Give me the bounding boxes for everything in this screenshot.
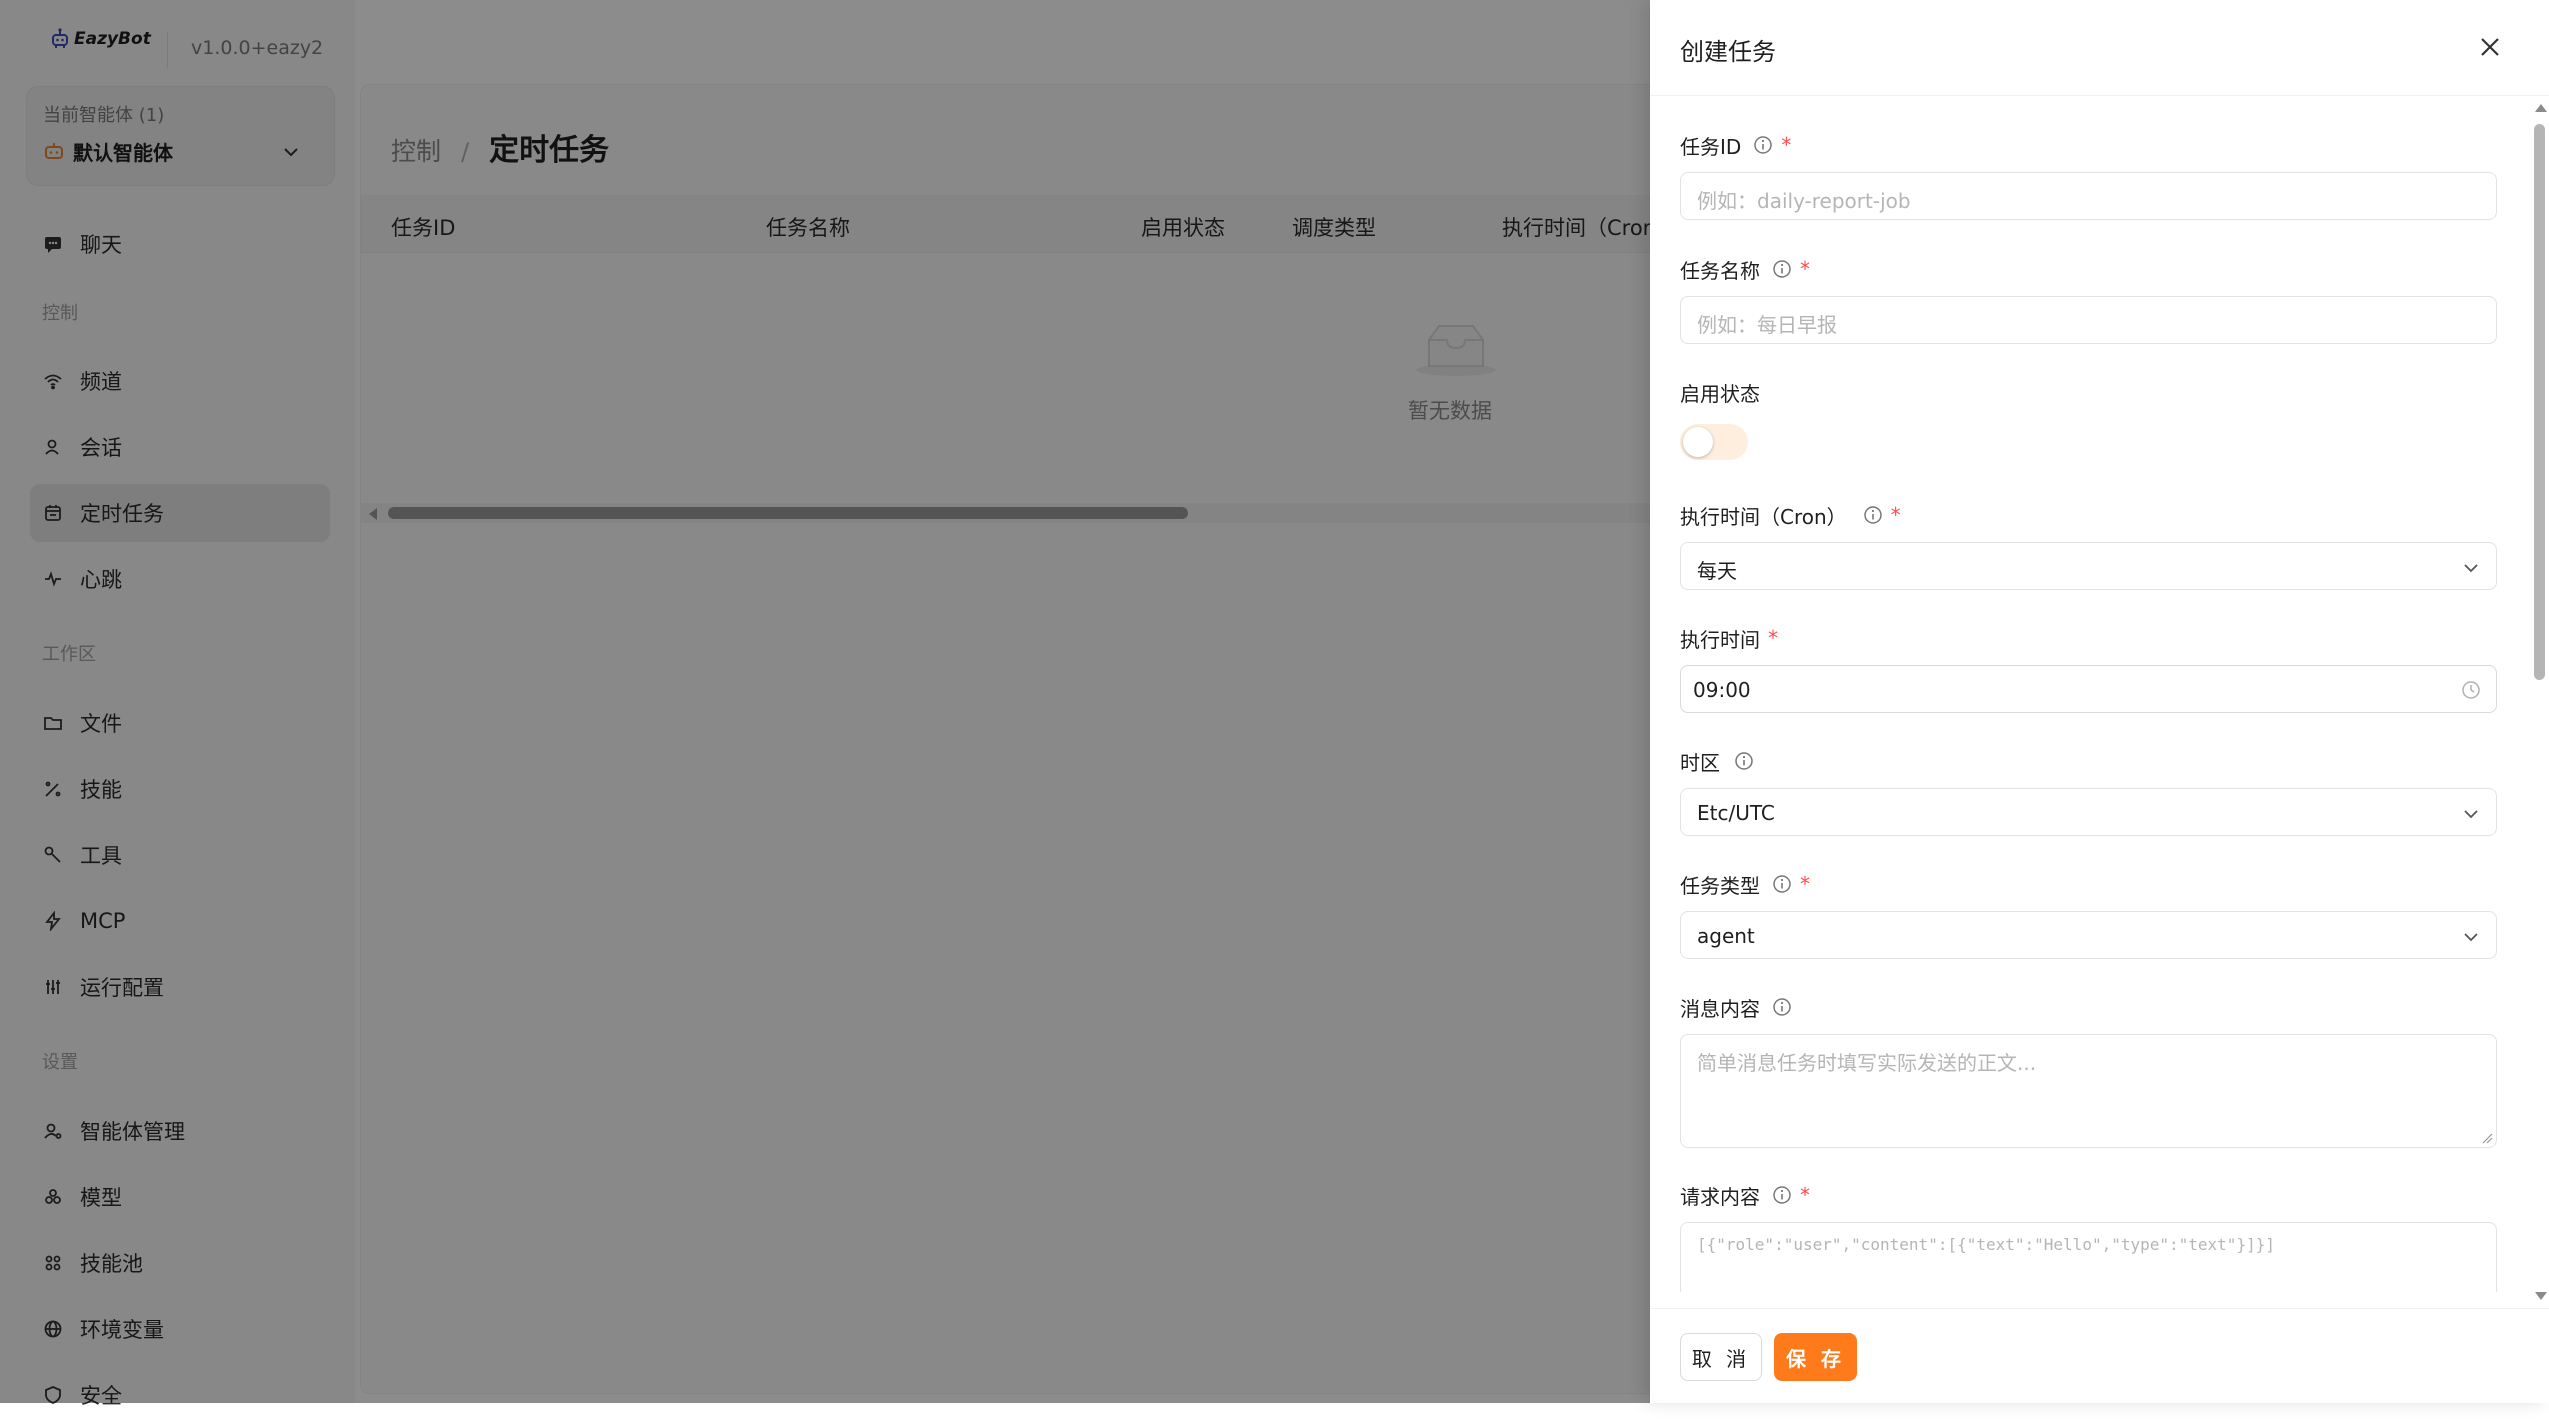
field-label: 执行时间 bbox=[1680, 627, 1760, 652]
timezone-select[interactable]: Etc/UTC bbox=[1680, 788, 2497, 836]
info-icon[interactable] bbox=[1753, 135, 1773, 155]
field-label: 执行时间（Cron） bbox=[1680, 504, 1847, 529]
task-id-input[interactable]: 例如：daily-report-job bbox=[1680, 172, 2497, 220]
request-textarea[interactable]: [{"role":"user","content":[{"text":"Hell… bbox=[1680, 1222, 2497, 1292]
drawer-header: 创建任务 bbox=[1650, 0, 2549, 96]
info-icon[interactable] bbox=[1772, 874, 1792, 894]
info-icon[interactable] bbox=[1772, 1185, 1792, 1205]
exec-time-picker[interactable]: 09:00 bbox=[1680, 665, 2497, 713]
field-task-type: 任务类型 * agent bbox=[1680, 869, 2497, 959]
field-exec-time: 执行时间 * 09:00 bbox=[1680, 623, 2497, 713]
textarea-placeholder: 简单消息任务时填写实际发送的正文... bbox=[1697, 1051, 2037, 1075]
field-timezone: 时区 Etc/UTC bbox=[1680, 746, 2497, 836]
required-mark: * bbox=[1890, 503, 1901, 527]
select-value: Etc/UTC bbox=[1697, 801, 1775, 825]
chevron-down-icon bbox=[2464, 933, 2478, 942]
drawer-footer: 取 消 保 存 bbox=[1650, 1308, 2549, 1403]
save-button[interactable]: 保 存 bbox=[1774, 1333, 1857, 1381]
scroll-down-arrow-icon[interactable] bbox=[2535, 1292, 2547, 1300]
info-icon[interactable] bbox=[1734, 751, 1754, 771]
field-label: 任务名称 bbox=[1680, 258, 1760, 283]
required-mark: * bbox=[1768, 626, 1778, 650]
chevron-down-icon bbox=[2464, 810, 2478, 819]
required-mark: * bbox=[1800, 872, 1810, 896]
chevron-down-icon bbox=[2464, 564, 2478, 573]
field-label: 启用状态 bbox=[1680, 381, 1760, 406]
input-placeholder: 例如：每日早报 bbox=[1697, 313, 1837, 337]
scroll-up-arrow-icon[interactable] bbox=[2535, 104, 2547, 112]
field-task-name: 任务名称 * 例如：每日早报 bbox=[1680, 254, 2497, 344]
cancel-button[interactable]: 取 消 bbox=[1680, 1333, 1762, 1381]
drawer-title: 创建任务 bbox=[1680, 38, 1776, 66]
vertical-scrollbar[interactable] bbox=[2531, 100, 2549, 1300]
cron-select[interactable]: 每天 bbox=[1680, 542, 2497, 590]
field-label: 请求内容 bbox=[1680, 1184, 1760, 1209]
required-mark: * bbox=[1800, 257, 1810, 281]
required-mark: * bbox=[1781, 133, 1792, 157]
field-task-id: 任务ID * 例如：daily-report-job bbox=[1680, 130, 2497, 220]
info-icon[interactable] bbox=[1863, 505, 1883, 525]
drawer-form: 任务ID * 例如：daily-report-job 任务名称 * 例如：每日早… bbox=[1650, 96, 2530, 1292]
resize-handle-icon[interactable] bbox=[2481, 1132, 2493, 1144]
info-icon[interactable] bbox=[1772, 997, 1792, 1017]
field-label: 任务类型 bbox=[1680, 873, 1760, 898]
close-icon bbox=[2481, 38, 2499, 56]
field-message: 消息内容 简单消息任务时填写实际发送的正文... bbox=[1680, 992, 2497, 1148]
toggle-knob bbox=[1683, 427, 1713, 457]
select-value: 每天 bbox=[1697, 559, 1737, 583]
info-icon[interactable] bbox=[1772, 259, 1792, 279]
modal-overlay[interactable] bbox=[0, 0, 1650, 1403]
field-enabled: 启用状态 bbox=[1680, 377, 2497, 460]
clock-icon bbox=[2462, 681, 2480, 699]
time-value: 09:00 bbox=[1693, 678, 1751, 702]
input-placeholder: 例如：daily-report-job bbox=[1697, 189, 1911, 213]
field-cron: 执行时间（Cron） * 每天 bbox=[1680, 500, 2497, 590]
enabled-toggle[interactable] bbox=[1680, 424, 1748, 460]
select-value: agent bbox=[1697, 924, 1755, 948]
field-label: 时区 bbox=[1680, 750, 1720, 775]
create-task-drawer: 创建任务 任务ID * 例如：daily-report-job 任务名称 * 例… bbox=[1650, 0, 2549, 1403]
close-button[interactable] bbox=[2473, 30, 2507, 64]
required-mark: * bbox=[1800, 1183, 1810, 1207]
field-label: 消息内容 bbox=[1680, 996, 1760, 1021]
field-label: 任务ID bbox=[1680, 134, 1742, 159]
task-type-select[interactable]: agent bbox=[1680, 911, 2497, 959]
scrollbar-thumb[interactable] bbox=[2534, 124, 2545, 680]
field-request: 请求内容 * [{"role":"user","content":[{"text… bbox=[1680, 1180, 2497, 1292]
textarea-placeholder: [{"role":"user","content":[{"text":"Hell… bbox=[1697, 1235, 2275, 1254]
message-textarea[interactable]: 简单消息任务时填写实际发送的正文... bbox=[1680, 1034, 2497, 1148]
task-name-input[interactable]: 例如：每日早报 bbox=[1680, 296, 2497, 344]
